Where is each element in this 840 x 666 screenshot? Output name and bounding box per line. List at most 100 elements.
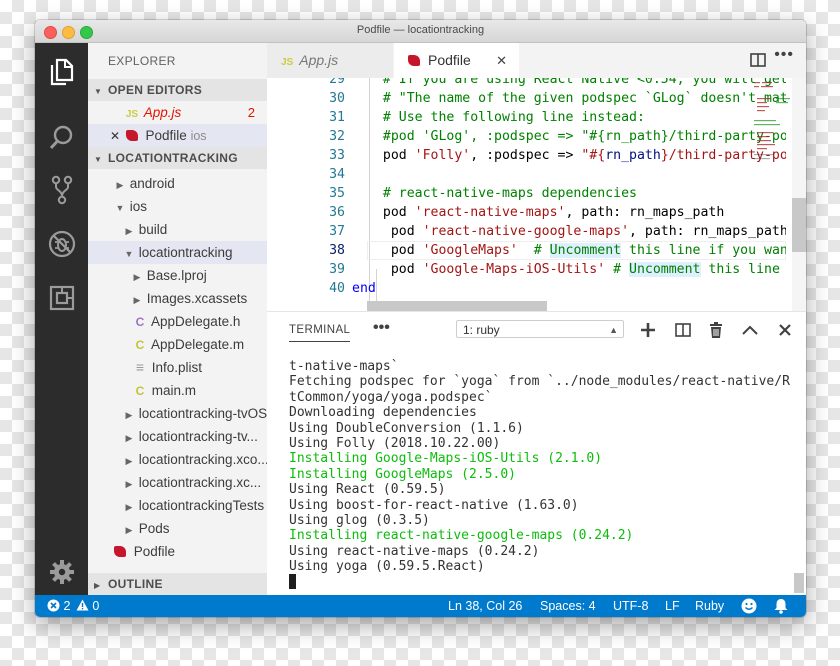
editor-vertical-scrollbar[interactable] xyxy=(792,78,806,311)
tree-item-label: Podfile xyxy=(133,544,176,559)
code-text: # Use the following line instead: xyxy=(367,110,645,125)
debug-icon[interactable] xyxy=(47,229,77,259)
close-icon[interactable]: ✕ xyxy=(108,125,122,147)
terminal-select[interactable]: 1: ruby ▲ xyxy=(456,320,624,338)
line-number: 37 xyxy=(329,224,345,239)
terminal-select-value: 1: ruby xyxy=(463,323,500,337)
extensions-icon[interactable] xyxy=(47,283,77,313)
tree-item-label: ios xyxy=(129,199,148,214)
feedback-smiley-icon[interactable] xyxy=(741,598,757,617)
editor-area: JS App.js Podfile ✕ ••• 29 # If you are u… xyxy=(267,43,806,311)
chevron-right-icon: ▶ xyxy=(125,502,133,512)
split-terminal-icon[interactable] xyxy=(674,321,692,339)
problems-status[interactable]: 2 0 xyxy=(47,595,99,617)
tree-item-locationtracking-tv[interactable]: ▶ locationtracking-tv... xyxy=(88,425,267,448)
open-editor-podfile[interactable]: ✕ Podfile ios xyxy=(88,124,267,147)
tab-label: Podfile xyxy=(428,52,471,68)
tree-item-build[interactable]: ▶ build xyxy=(88,218,267,241)
encoding-status[interactable]: UTF-8 xyxy=(613,595,648,617)
tree-item-label: main.m xyxy=(151,383,197,398)
js-file-icon: JS xyxy=(125,109,139,120)
terminal-line: Using Folly (2018.10.22.00) xyxy=(289,435,501,451)
chevron-down-icon: ▼ xyxy=(124,249,134,259)
scrollbar-thumb[interactable] xyxy=(792,198,806,252)
settings-gear-icon[interactable] xyxy=(47,557,77,587)
code-line: 33 pod 'Folly', :podspec => "#{rn_path}/… xyxy=(267,146,786,165)
code-comment: # xyxy=(605,262,630,277)
tree-item-locationtracking-xcodeproj[interactable]: ▶ locationtracking.xco... xyxy=(88,448,267,471)
tree-item-images-xcassets[interactable]: ▶ Images.xcassets xyxy=(88,287,267,310)
minimap[interactable] xyxy=(754,80,792,170)
chevron-right-icon: ▶ xyxy=(125,226,133,236)
eol-status[interactable]: LF xyxy=(665,595,680,617)
files-icon[interactable] xyxy=(47,57,77,87)
tree-item-locationtracking-tests[interactable]: ▶ locationtrackingTests xyxy=(88,494,267,517)
open-editor-app-js[interactable]: JS App.js 2 xyxy=(88,101,267,124)
project-header[interactable]: ▼ LOCATIONTRACKING xyxy=(88,147,267,169)
tree-item-android[interactable]: ▶ android xyxy=(88,172,267,195)
tree-item-locationtracking-tvos[interactable]: ▶ locationtracking-tvOS xyxy=(88,402,267,425)
open-editors-title: OPEN EDITORS xyxy=(108,83,203,97)
code-string: 'react-native-maps' xyxy=(414,205,566,220)
code-view[interactable]: 29 # If you are using React Native <0.54… xyxy=(267,78,786,311)
language-mode[interactable]: Ruby xyxy=(695,595,724,617)
chevron-right-icon: ▶ xyxy=(116,180,124,190)
more-panels-icon[interactable]: ••• xyxy=(373,319,390,337)
code-line: 39 pod 'Google-Maps-iOS-Utils' # Uncomme… xyxy=(267,260,786,279)
tree-item-appdelegate-m[interactable]: C AppDelegate.m xyxy=(88,333,267,356)
terminal-scrollbar[interactable] xyxy=(792,347,806,595)
chevron-right-icon: ▶ xyxy=(125,433,133,443)
tree-item-base-lproj[interactable]: ▶ Base.lproj xyxy=(88,264,267,287)
horizontal-scrollbar-thumb[interactable] xyxy=(367,301,547,311)
indentation-status[interactable]: Spaces: 4 xyxy=(540,595,596,617)
window-title: Podfile — locationtracking xyxy=(356,24,485,36)
code-comment: # xyxy=(517,243,550,258)
cursor-position[interactable]: Ln 38, Col 26 xyxy=(448,595,522,617)
error-icon xyxy=(47,599,60,612)
terminal-output[interactable]: t-native-maps` Fetching podspec for `yoga… xyxy=(289,359,790,595)
tree-item-info-plist[interactable]: ≡ Info.plist xyxy=(88,356,267,379)
open-editors-header[interactable]: ▼ OPEN EDITORS xyxy=(88,79,267,101)
code-text: pod xyxy=(367,224,423,239)
tree-item-label: AppDelegate.h xyxy=(151,314,241,329)
tab-podfile[interactable]: Podfile ✕ xyxy=(394,43,519,78)
terminal-line: Installing react-native-google-maps (0.2… xyxy=(289,528,634,544)
line-number: 31 xyxy=(329,110,345,125)
js-file-icon: JS xyxy=(281,57,294,68)
chevron-right-icon: ▶ xyxy=(125,479,133,489)
line-number: 35 xyxy=(329,186,345,201)
terminal-line: Installing GoogleMaps (2.5.0) xyxy=(289,466,516,482)
more-actions-icon[interactable]: ••• xyxy=(774,46,794,64)
tab-app-js[interactable]: JS App.js xyxy=(267,43,394,78)
split-editor-icon[interactable] xyxy=(750,53,766,72)
code-string: "#{ xyxy=(581,148,606,163)
explorer-sidebar: EXPLORER ▼ OPEN EDITORS JS App.js 2 ✕ Pod… xyxy=(88,43,267,595)
outline-title: OUTLINE xyxy=(108,577,163,591)
chevron-right-icon: ▶ xyxy=(125,456,133,466)
tree-item-appdelegate-h[interactable]: C AppDelegate.h xyxy=(88,310,267,333)
code-text: pod xyxy=(367,205,415,220)
tab-terminal[interactable]: TERMINAL xyxy=(289,324,351,342)
tree-item-ios[interactable]: ▼ ios xyxy=(88,195,267,218)
source-control-icon[interactable] xyxy=(47,175,77,205)
close-panel-icon[interactable] xyxy=(776,321,794,339)
tab-close-icon[interactable]: ✕ xyxy=(496,43,507,78)
search-icon[interactable] xyxy=(47,123,77,153)
scrollbar-thumb[interactable] xyxy=(794,573,804,593)
activity-bar xyxy=(35,43,88,595)
maximize-panel-icon[interactable] xyxy=(741,321,759,339)
tree-item-podfile[interactable]: Podfile xyxy=(88,540,267,563)
outline-header[interactable]: ▶ OUTLINE xyxy=(88,573,267,595)
terminal-line: Downloading dependencies xyxy=(289,405,477,421)
trash-icon[interactable] xyxy=(707,321,725,339)
tree-item-locationtracking[interactable]: ▼ locationtracking xyxy=(88,241,267,264)
tree-item-pods[interactable]: ▶ Pods xyxy=(88,517,267,540)
tree-item-locationtracking-xcworkspace[interactable]: ▶ locationtracking.xc... xyxy=(88,471,267,494)
warning-icon xyxy=(76,599,89,611)
terminal-prompt-line xyxy=(289,574,790,590)
editor-tabs: JS App.js Podfile ✕ ••• xyxy=(267,43,806,78)
tree-item-main-m[interactable]: C main.m xyxy=(88,379,267,402)
terminal-line: Using glog (0.3.5) xyxy=(289,512,430,528)
new-terminal-icon[interactable] xyxy=(639,321,657,339)
notifications-bell-icon[interactable] xyxy=(774,598,788,617)
